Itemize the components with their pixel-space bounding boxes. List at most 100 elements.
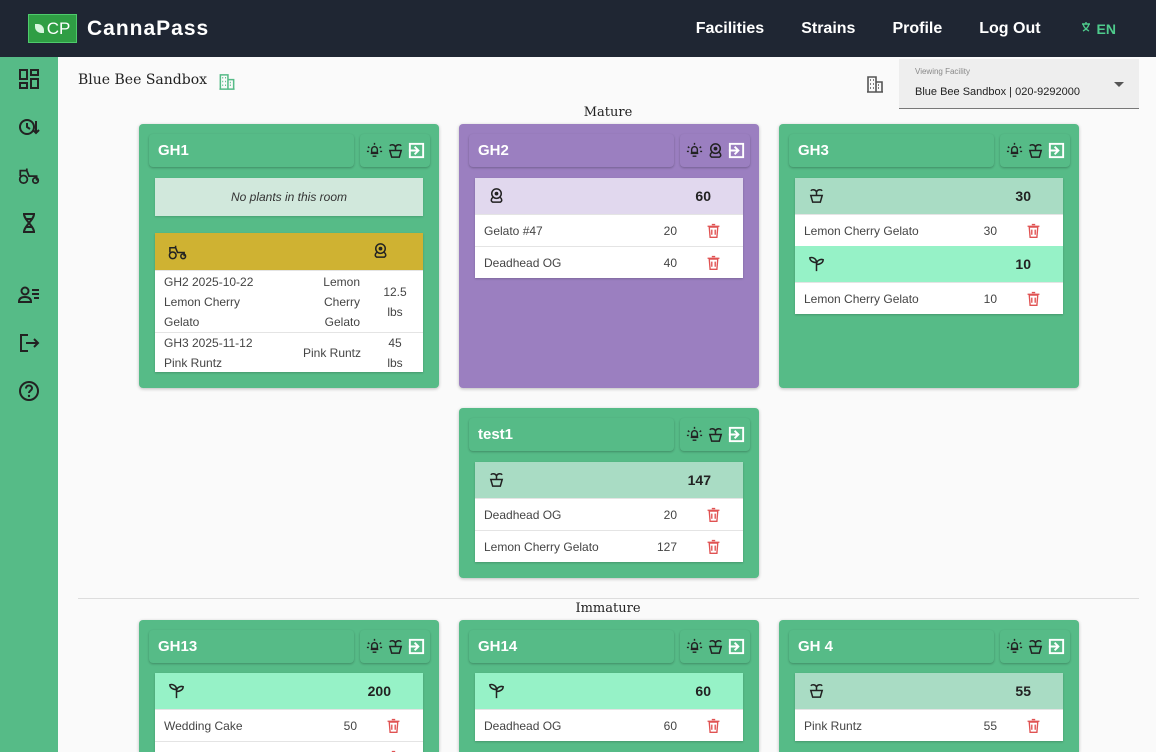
strain-count: 10: [983, 292, 997, 306]
group-header: 55: [795, 673, 1063, 709]
sidebar: [0, 57, 58, 752]
strain-row: Pink Runtz 55: [795, 709, 1063, 741]
group-header: 200: [155, 673, 423, 709]
translate-icon: [1081, 21, 1090, 32]
trash-icon[interactable]: [1025, 717, 1042, 734]
room-card-gh4: GH 4 55 Pink Runtz 55: [779, 620, 1079, 752]
harvest-weight: 45 lbs: [387, 336, 403, 370]
chevron-down-icon[interactable]: [1114, 82, 1124, 87]
seedling-icon: [167, 681, 186, 700]
room-name[interactable]: GH1: [149, 134, 354, 167]
enter-room-icon[interactable]: [1047, 141, 1066, 160]
room-actions: [680, 134, 750, 167]
tractor-icon[interactable]: [17, 163, 41, 187]
enter-room-icon[interactable]: [727, 425, 746, 444]
room-actions: [1000, 630, 1070, 663]
strain-count: 20: [663, 224, 677, 238]
main-nav: Facilities Strains Profile Log Out EN: [696, 0, 1156, 57]
room-name[interactable]: GH3: [789, 134, 994, 167]
plant-pot-icon[interactable]: [706, 425, 725, 444]
trash-icon[interactable]: [705, 222, 722, 239]
nav-profile[interactable]: Profile: [892, 20, 942, 38]
enter-room-icon[interactable]: [1047, 637, 1066, 656]
group-total: 30: [1015, 188, 1031, 204]
group-total: 200: [367, 683, 391, 699]
plant-pot-icon[interactable]: [1026, 637, 1045, 656]
harvest-panel: GH2 2025-10-22 Lemon Cherry Gelato Lemon…: [155, 233, 423, 372]
room-name[interactable]: GH13: [149, 630, 354, 663]
light-icon[interactable]: [1005, 637, 1024, 656]
room-card-gh2: GH2 60 Gelato #47 20 Deadhead OG 40: [459, 124, 759, 388]
user-list-icon[interactable]: [17, 283, 41, 307]
trash-icon[interactable]: [705, 538, 722, 555]
harvest-row[interactable]: GH3 2025-11-12 Pink Runtz Pink Runtz 45 …: [155, 332, 423, 372]
strain-name: Lemon Cherry Gelato: [804, 292, 919, 306]
strain-name: Gelato #47: [484, 224, 543, 238]
group-total: 147: [687, 472, 711, 488]
trash-icon[interactable]: [1025, 222, 1042, 239]
logout-icon[interactable]: [17, 331, 41, 355]
harvest-row[interactable]: GH2 2025-10-22 Lemon Cherry Gelato Lemon…: [155, 270, 423, 332]
plant-pot-icon[interactable]: [706, 637, 725, 656]
nav-facilities[interactable]: Facilities: [696, 20, 764, 38]
brand[interactable]: CP CannaPass: [28, 14, 209, 43]
plant-pot-icon[interactable]: [386, 141, 405, 160]
room-name[interactable]: GH14: [469, 630, 674, 663]
group-total: 60: [695, 188, 711, 204]
language-switcher[interactable]: EN: [1081, 21, 1116, 37]
strain-row: Deadhead OG 20: [475, 498, 743, 530]
strain-count: 30: [983, 224, 997, 238]
room-card-gh1: GH1 No plants in this room GH2 2025-10-2…: [139, 124, 439, 388]
plant-pot-icon[interactable]: [1026, 141, 1045, 160]
nav-strains[interactable]: Strains: [801, 20, 855, 38]
strain-row: Lemon Cherry Gelato 127: [475, 530, 743, 562]
schedule-sort-icon[interactable]: [17, 115, 41, 139]
group-header: 10: [795, 246, 1063, 282]
plant-group: 60 Gelato #47 20 Deadhead OG 40: [475, 178, 743, 278]
plant-group: 200 Wedding Cake 50: [155, 673, 423, 752]
harvest-strain: Lemon Cherry Gelato: [323, 275, 360, 329]
harvest-strain: Pink Runtz: [302, 346, 361, 360]
enter-room-icon[interactable]: [727, 637, 746, 656]
trash-icon[interactable]: [385, 717, 402, 734]
room-name[interactable]: GH 4: [789, 630, 994, 663]
flower-icon[interactable]: [706, 141, 725, 160]
plant-pot-icon[interactable]: [386, 637, 405, 656]
strain-count: 60: [663, 719, 677, 733]
light-icon[interactable]: [365, 637, 384, 656]
light-icon[interactable]: [1005, 141, 1024, 160]
nav-logout[interactable]: Log Out: [979, 20, 1040, 38]
section-divider: [78, 598, 1139, 599]
trash-icon[interactable]: [1025, 290, 1042, 307]
help-icon[interactable]: [17, 379, 41, 403]
dna-icon[interactable]: [17, 211, 41, 235]
light-icon[interactable]: [685, 637, 704, 656]
facility-select[interactable]: Viewing Facility Blue Bee Sandbox | 020-…: [899, 59, 1139, 109]
room-actions: [680, 630, 750, 663]
light-icon[interactable]: [365, 141, 384, 160]
room-name[interactable]: test1: [469, 418, 674, 451]
trash-icon[interactable]: [705, 717, 722, 734]
group-total: 60: [695, 683, 711, 699]
plant-pot-icon: [487, 470, 506, 489]
group-total: 10: [1015, 256, 1031, 272]
room-name[interactable]: GH2: [469, 134, 674, 167]
logo: CP: [28, 14, 77, 43]
strain-name: Pink Runtz: [804, 719, 863, 733]
enter-room-icon[interactable]: [727, 141, 746, 160]
enter-room-icon[interactable]: [407, 637, 426, 656]
harvest-label: GH3 2025-11-12 Pink Runtz: [164, 336, 253, 370]
strain-row: Lemon Cherry Gelato 10: [795, 282, 1063, 314]
strain-row: Deadhead OG 40: [475, 246, 743, 278]
light-icon[interactable]: [685, 141, 704, 160]
trash-icon[interactable]: [705, 506, 722, 523]
facility-building-icon: [219, 74, 235, 90]
light-icon[interactable]: [685, 425, 704, 444]
plant-group: 147 Deadhead OG 20 Lemon Cherry Gelato 1…: [475, 462, 743, 562]
harvest-label: GH2 2025-10-22 Lemon Cherry Gelato: [164, 275, 254, 329]
strain-row: Lemon Cherry Gelato 30: [795, 214, 1063, 246]
dashboard-icon[interactable]: [17, 67, 41, 91]
enter-room-icon[interactable]: [407, 141, 426, 160]
strain-row: Gelato #47 20: [475, 214, 743, 246]
trash-icon[interactable]: [705, 254, 722, 271]
